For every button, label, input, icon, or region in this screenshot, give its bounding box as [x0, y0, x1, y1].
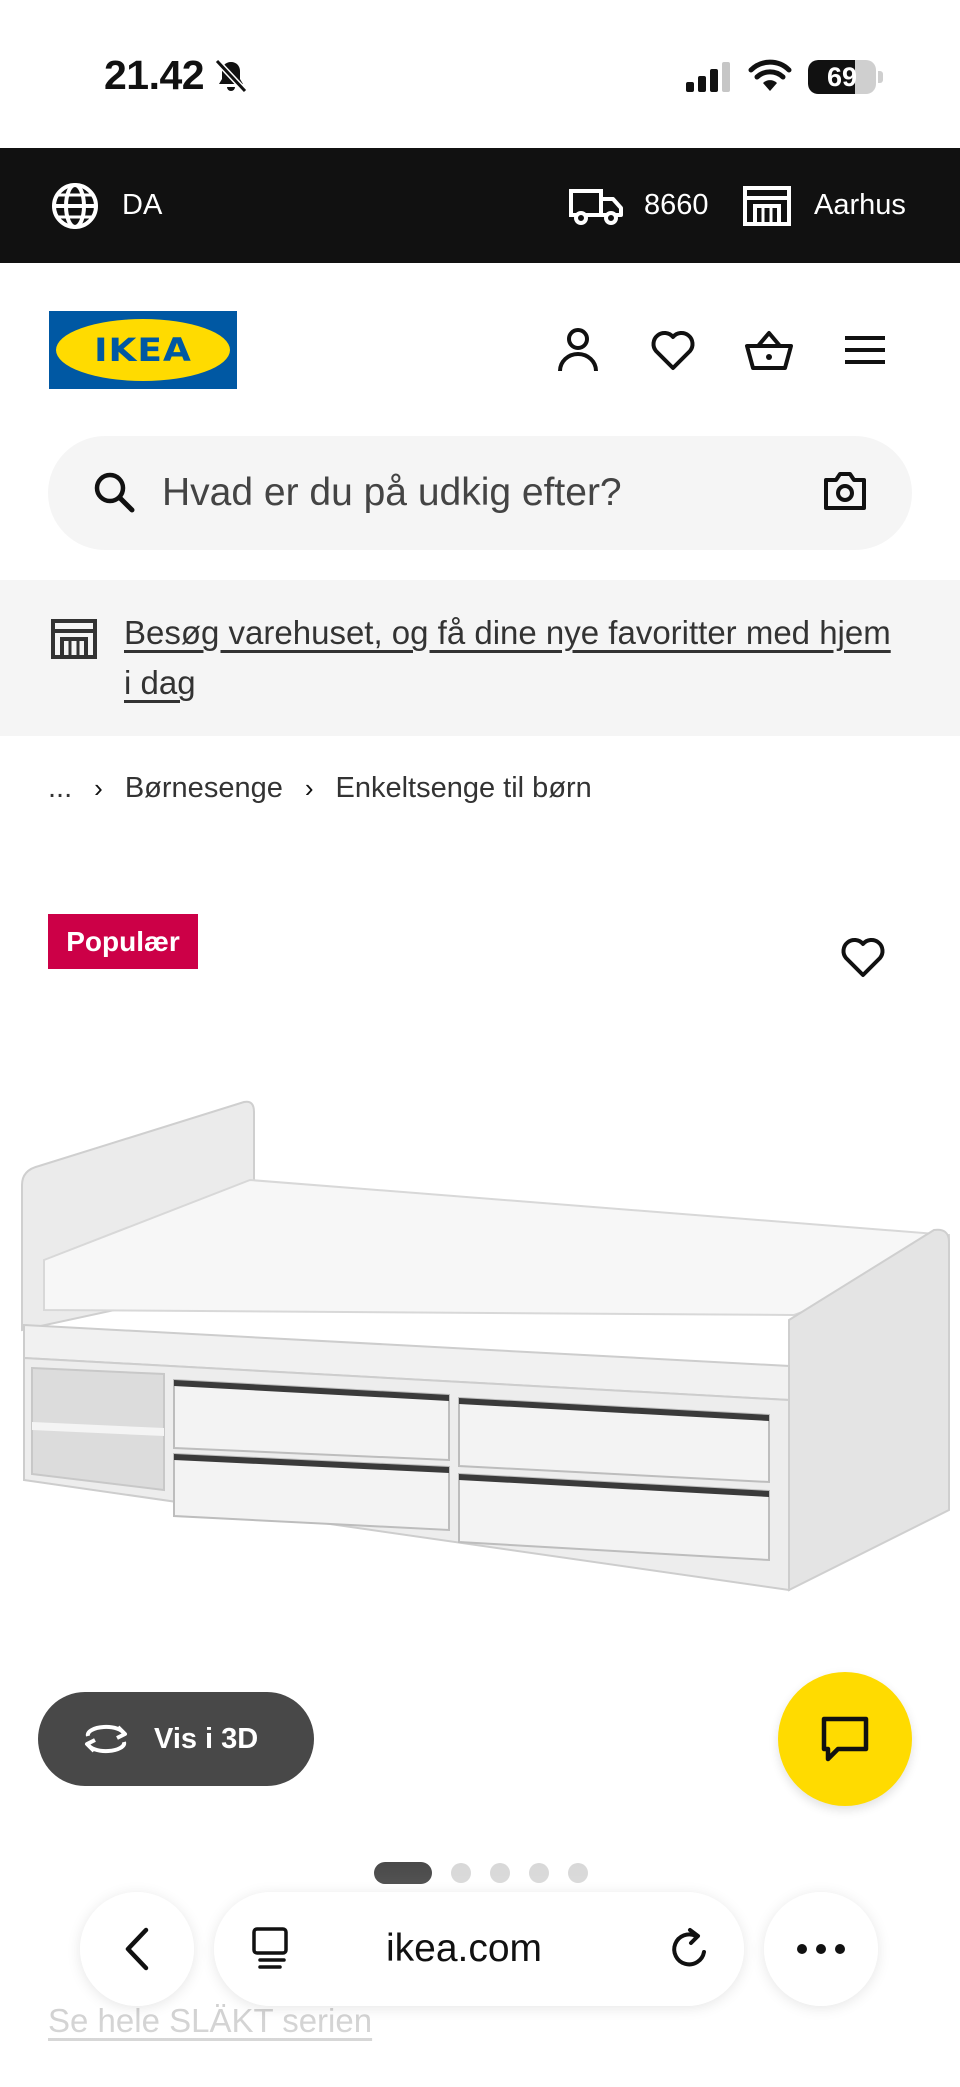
account-icon[interactable]	[551, 323, 605, 377]
popular-badge: Populær	[48, 914, 198, 969]
store-banner: Besøg varehuset, og få dine nye favoritt…	[0, 580, 960, 736]
reload-icon[interactable]	[668, 1926, 712, 1977]
breadcrumb-separator: ›	[94, 772, 103, 803]
carousel-dot[interactable]	[568, 1863, 588, 1883]
search-bar[interactable]	[48, 436, 912, 550]
breadcrumb: ... › Børnesenge › Enkeltsenge til børn	[48, 766, 592, 810]
back-icon	[125, 1927, 149, 1971]
heart-icon[interactable]	[840, 936, 886, 983]
cellular-signal-icon	[686, 62, 732, 97]
logo-oval: IKEA	[56, 319, 230, 381]
store-icon	[50, 618, 98, 665]
address-bar[interactable]: ikea.com	[214, 1892, 744, 2006]
basket-icon[interactable]	[742, 323, 796, 377]
carousel-dot[interactable]	[529, 1863, 549, 1883]
carousel-dot[interactable]	[451, 1863, 471, 1883]
more-icon	[797, 1944, 845, 1954]
carousel-dot[interactable]	[374, 1862, 432, 1884]
image-carousel-indicator	[374, 1862, 607, 1884]
tabs-icon[interactable]	[250, 1925, 290, 1976]
breadcrumb-separator: ›	[304, 772, 314, 803]
language-selector[interactable]: DA	[50, 148, 162, 263]
camera-icon[interactable]	[822, 468, 868, 519]
location-bar: DA 8660 Aarhus	[0, 148, 960, 263]
view-in-3d-button[interactable]: Vis i 3D	[38, 1692, 314, 1786]
postal-code-label: 8660	[644, 189, 709, 221]
store-selector[interactable]: Aarhus	[742, 148, 906, 263]
back-button[interactable]	[80, 1892, 194, 2006]
status-time: 21.42	[104, 52, 205, 98]
bell-muted-icon	[214, 58, 248, 99]
chat-button[interactable]	[778, 1672, 912, 1806]
globe-icon	[52, 182, 98, 229]
breadcrumb-item[interactable]: Børnesenge	[125, 772, 283, 805]
language-label: DA	[122, 189, 163, 221]
rotate-3d-icon	[85, 1724, 127, 1754]
status-bar: 21.42 69	[0, 0, 960, 148]
breadcrumb-ellipsis[interactable]: ...	[48, 772, 72, 805]
more-button[interactable]	[764, 1892, 878, 2006]
store-label: Aarhus	[814, 189, 906, 221]
battery-icon: 69	[808, 60, 876, 94]
battery-level: 69	[826, 62, 858, 92]
carousel-dot[interactable]	[490, 1863, 510, 1883]
search-icon[interactable]	[92, 470, 136, 519]
product-image[interactable]	[14, 1090, 954, 1620]
store-visit-link[interactable]: Besøg varehuset, og få dine nye favoritt…	[124, 608, 904, 708]
heart-icon[interactable]	[646, 323, 700, 377]
battery-cap	[878, 71, 883, 83]
ikea-logo[interactable]: IKEA	[49, 311, 237, 389]
hamburger-menu-icon[interactable]	[838, 323, 892, 377]
wifi-icon	[748, 58, 792, 97]
logo-text: IKEA	[94, 331, 192, 369]
delivery-postal-code[interactable]: 8660	[568, 148, 709, 263]
store-icon	[743, 185, 791, 226]
breadcrumb-item[interactable]: Enkeltsenge til børn	[336, 772, 592, 805]
url-text[interactable]: ikea.com	[314, 1892, 614, 2006]
series-link[interactable]: Se hele SLÄKT serien	[48, 2002, 372, 2040]
delivery-truck-icon	[569, 188, 623, 225]
view-in-3d-label: Vis i 3D	[154, 1722, 259, 1755]
search-input[interactable]	[162, 436, 822, 550]
chat-icon	[821, 1716, 869, 1762]
